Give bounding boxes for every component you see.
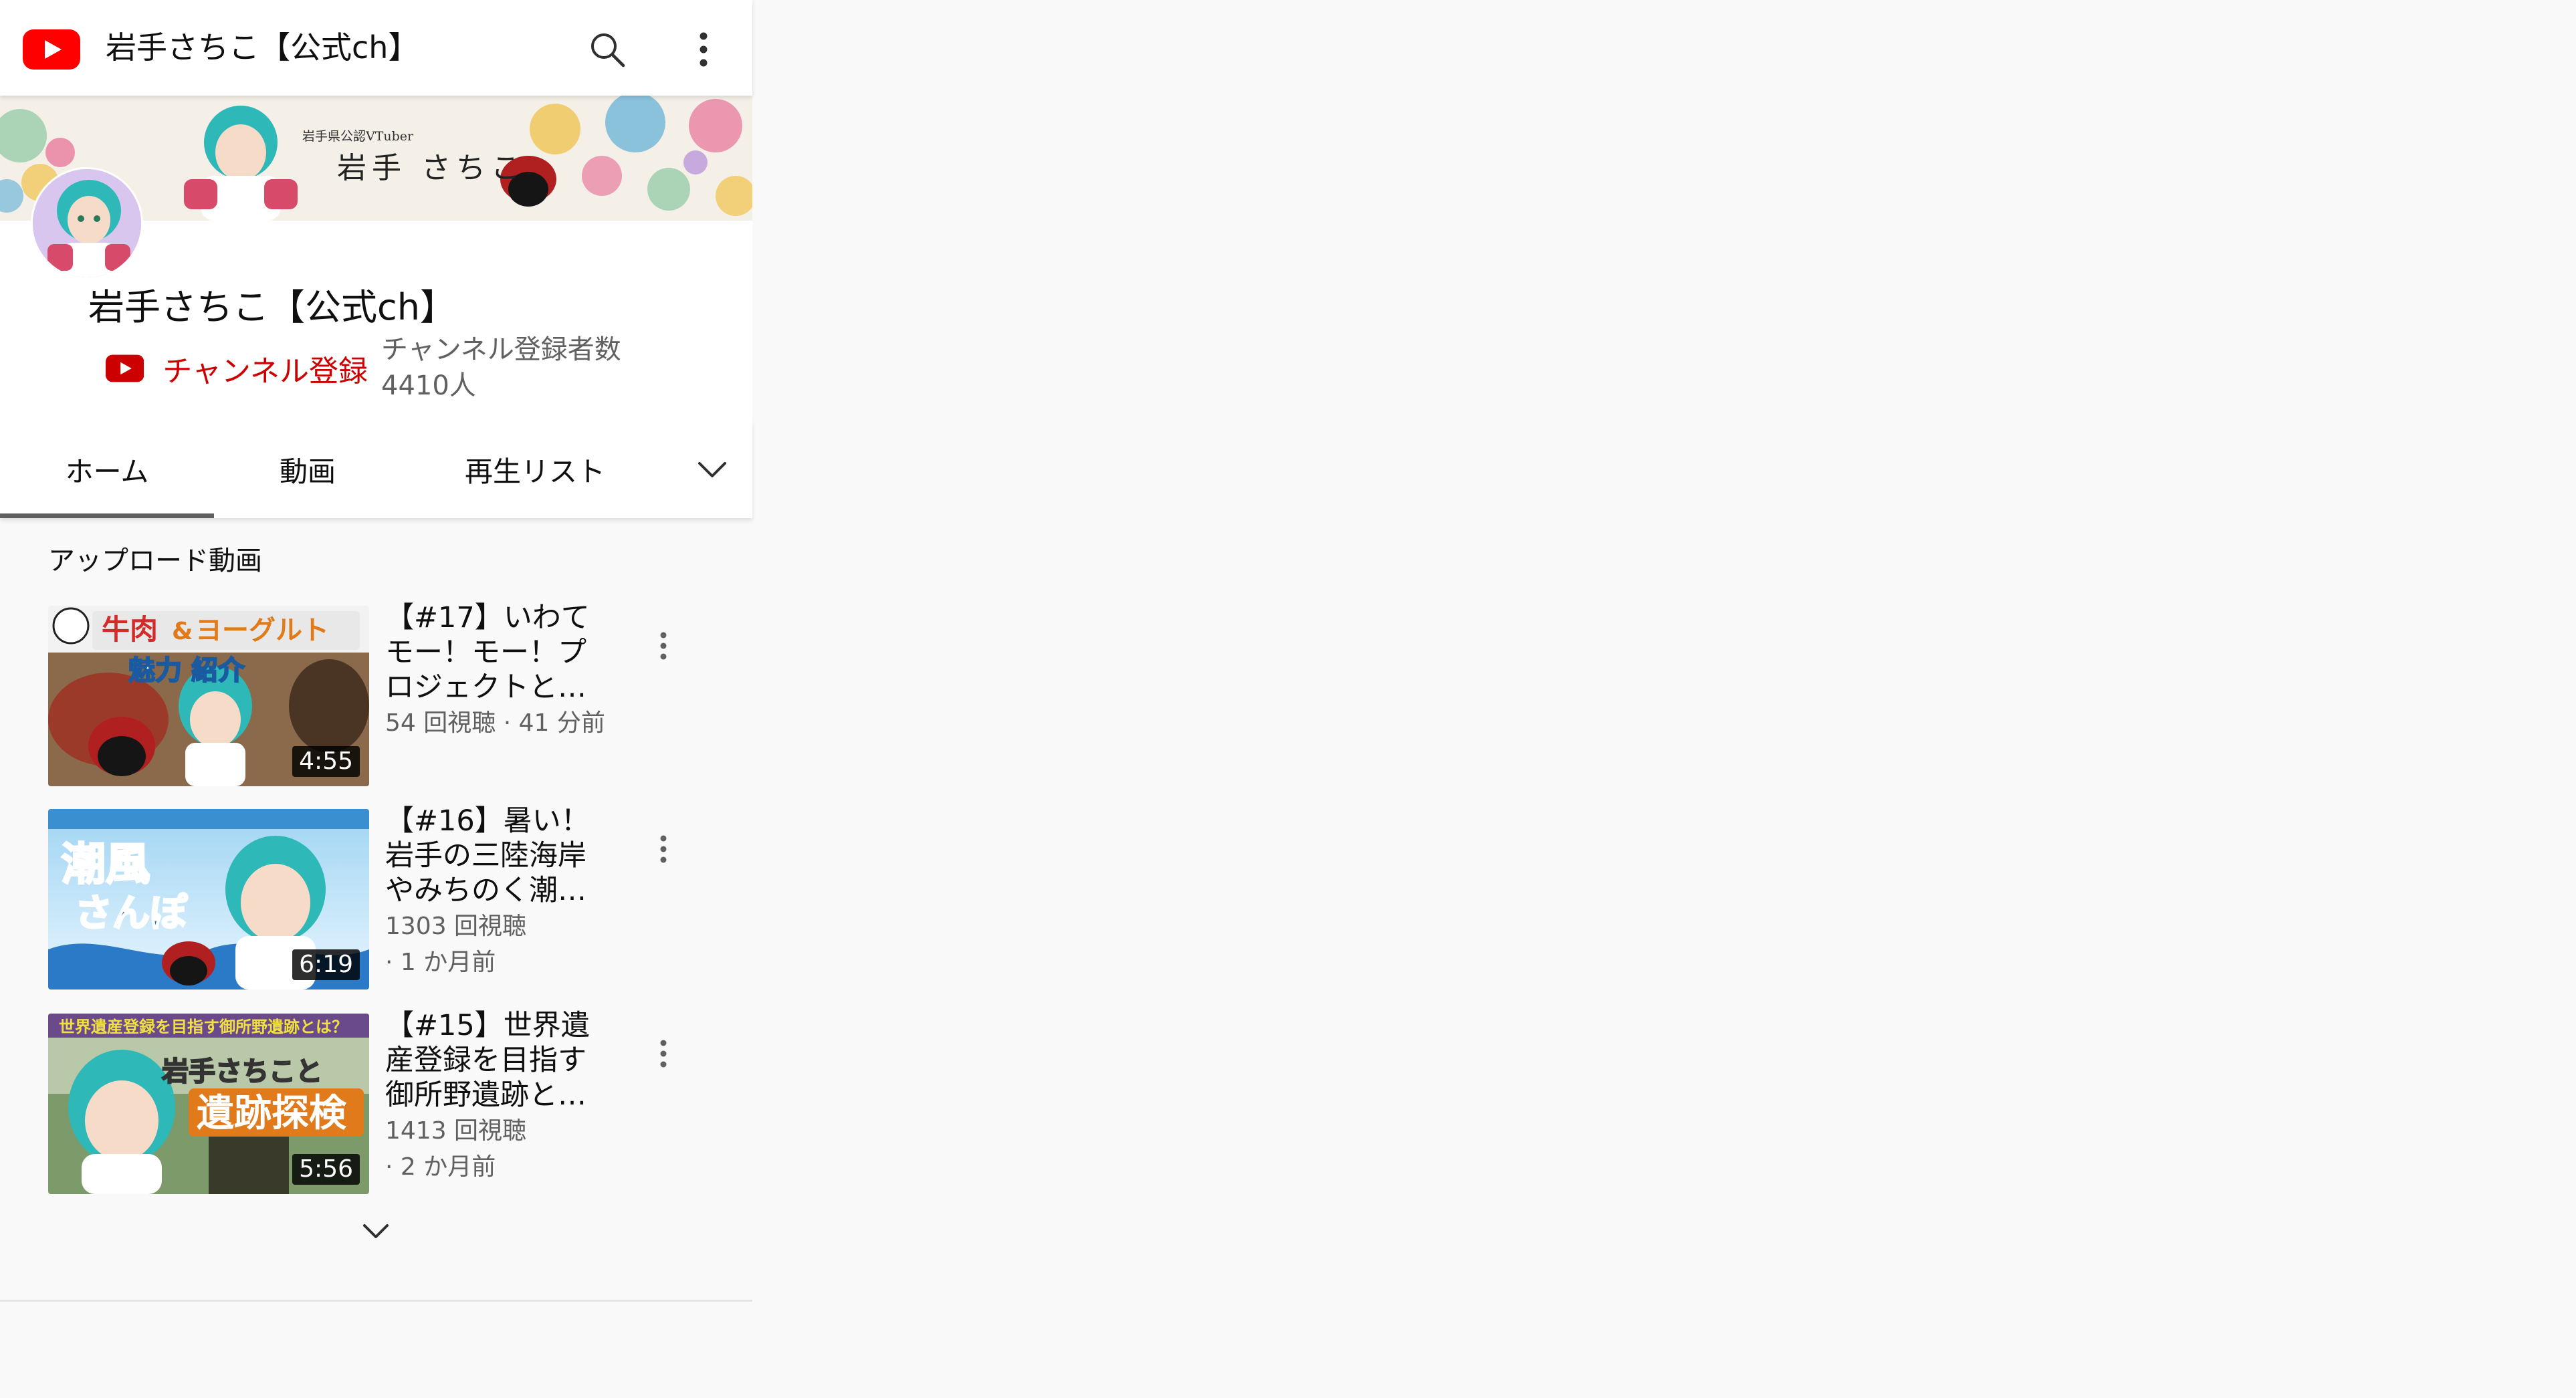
- section-title: アップロード動画: [48, 546, 262, 576]
- more-options-button[interactable]: [675, 21, 732, 78]
- tab-label: 動画: [279, 455, 336, 488]
- svg-text:ヨーグルト: ヨーグルト: [195, 615, 329, 646]
- subscriber-count: 4410人: [381, 370, 476, 401]
- subscriber-count-label: チャンネル登録者数: [381, 334, 621, 365]
- more-vert-icon: [660, 632, 667, 660]
- more-vert-icon: [660, 1040, 667, 1068]
- video-meta: 1303 回視聴: [385, 913, 527, 940]
- svg-text:魅力 紹介: 魅力 紹介: [128, 655, 245, 686]
- video-age: · 2 か月前: [385, 1153, 496, 1181]
- subscribe-label: チャンネル登録: [163, 354, 368, 388]
- banner-subtitle: 岩手県公認VTuber: [302, 129, 414, 144]
- video-thumbnail[interactable]: 牛肉 & ヨーグルト 魅力 紹介 4:55: [48, 606, 369, 786]
- tab-videos[interactable]: 動画: [214, 421, 401, 518]
- show-more-button[interactable]: [348, 1210, 404, 1253]
- video-list-item[interactable]: 潮風 さんぽ 6:19 【#16】暑い！岩手の三陸海岸やみちのく潮風… 1303…: [48, 804, 717, 989]
- video-title[interactable]: 【#16】暑い！岩手の三陸海岸やみちのく潮風…: [385, 804, 613, 908]
- tab-playlists[interactable]: 再生リスト: [401, 421, 669, 518]
- video-duration: 6:19: [292, 949, 360, 980]
- video-age: · 1 か月前: [385, 949, 496, 976]
- page-title: 岩手さちこ【公式ch】: [106, 29, 419, 66]
- tabs-expand-button[interactable]: [675, 421, 749, 518]
- search-button[interactable]: [579, 21, 635, 78]
- subscribe-button[interactable]: チャンネル登録: [106, 345, 368, 392]
- youtube-logo[interactable]: [23, 29, 80, 70]
- video-list-item[interactable]: 牛肉 & ヨーグルト 魅力 紹介 4:55 【#17】いわてモー！モー！プロジェ…: [48, 601, 717, 786]
- svg-text:世界遺産登録を目指す御所野遺跡とは？: 世界遺産登録を目指す御所野遺跡とは？: [59, 1018, 348, 1036]
- channel-avatar[interactable]: [31, 167, 143, 279]
- video-menu-button[interactable]: [637, 619, 690, 673]
- video-duration: 4:55: [292, 746, 360, 777]
- video-thumbnail[interactable]: 世界遺産登録を目指す御所野遺跡とは？ 岩手さちこと 遺跡探検 5:56: [48, 1014, 369, 1194]
- video-meta: 1413 回視聴: [385, 1117, 527, 1145]
- more-vert-icon: [660, 835, 667, 863]
- tab-label: ホーム: [65, 455, 149, 488]
- svg-text:牛肉: 牛肉: [102, 613, 158, 646]
- channel-name: 岩手さちこ【公式ch】: [88, 286, 456, 328]
- video-list-item[interactable]: 世界遺産登録を目指す御所野遺跡とは？ 岩手さちこと 遺跡探検 5:56 【#15…: [48, 1009, 717, 1194]
- top-app-bar: 岩手さちこ【公式ch】: [0, 0, 752, 96]
- svg-text:さんぽ: さんぽ: [75, 892, 188, 935]
- more-vert-icon: [700, 32, 708, 67]
- video-title[interactable]: 【#15】世界遺産登録を目指す御所野遺跡とは？: [385, 1008, 613, 1113]
- youtube-mobile-app: 岩手さちこ【公式ch】 岩手県公認VTuber 岩手 さちこ 岩手さちこ【公式c…: [0, 0, 752, 1398]
- tab-home[interactable]: ホーム: [0, 421, 214, 518]
- video-title[interactable]: 【#17】いわてモー！モー！プロジェクトとは…: [385, 600, 613, 705]
- video-duration: 5:56: [292, 1154, 360, 1185]
- section-divider: [0, 1300, 752, 1302]
- svg-text:&: &: [172, 618, 193, 645]
- chevron-down-icon: [363, 1224, 389, 1238]
- tab-label: 再生リスト: [464, 455, 605, 488]
- svg-text:岩手さちこと: 岩手さちこと: [162, 1056, 322, 1087]
- video-menu-button[interactable]: [637, 1027, 690, 1080]
- youtube-logo-icon: [106, 354, 144, 382]
- svg-text:遺跡探検: 遺跡探検: [197, 1092, 347, 1135]
- search-icon: [591, 33, 625, 68]
- video-thumbnail[interactable]: 潮風 さんぽ 6:19: [48, 809, 369, 989]
- svg-text:潮風: 潮風: [62, 838, 150, 890]
- banner-title: 岩手 さちこ: [337, 151, 526, 185]
- video-menu-button[interactable]: [637, 822, 690, 876]
- video-meta: 54 回視聴 · 41 分前: [385, 709, 605, 737]
- chevron-down-icon: [698, 461, 726, 477]
- channel-tabs: ホーム 動画 再生リスト: [0, 421, 752, 518]
